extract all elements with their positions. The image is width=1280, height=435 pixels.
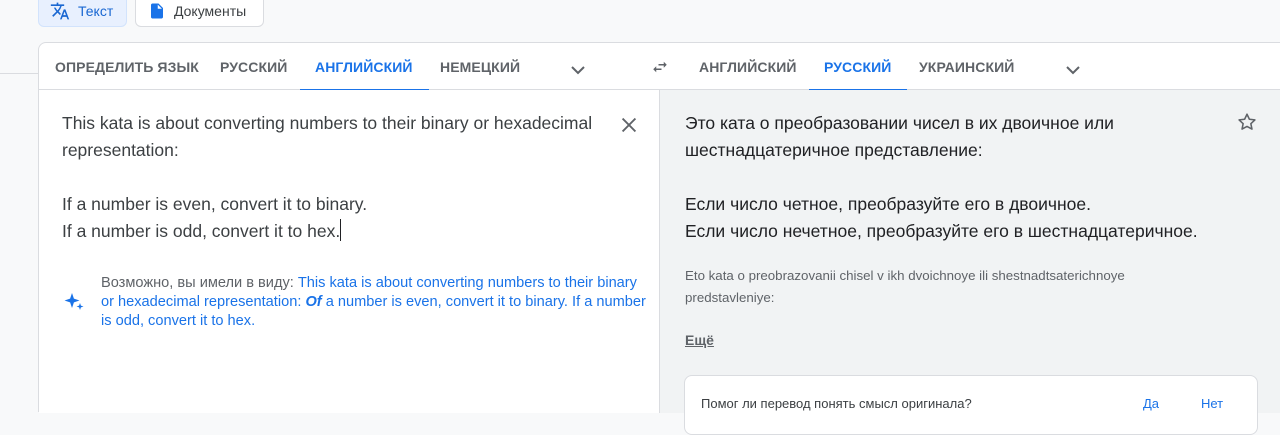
tab-source-english[interactable]: АНГЛИЙСКИЙ — [300, 43, 429, 91]
language-bar: ОПРЕДЕЛИТЬ ЯЗЫК РУССКИЙ АНГЛИЙСКИЙ НЕМЕЦ… — [39, 43, 1280, 91]
feedback-yes-button[interactable]: Да — [1143, 396, 1159, 411]
source-panel: This kata is about converting numbers to… — [39, 90, 659, 413]
suggestion-prefix: Возможно, вы имели в виду: — [101, 275, 298, 291]
did-you-mean-suggestion: Возможно, вы имели в виду: This kata is … — [101, 274, 646, 331]
tab-detect-language[interactable]: ОПРЕДЕЛИТЬ ЯЗЫК — [55, 43, 199, 90]
translator-card: ОПРЕДЕЛИТЬ ЯЗЫК РУССКИЙ АНГЛИЙСКИЙ НЕМЕЦ… — [38, 42, 1280, 435]
swap-icon[interactable] — [650, 58, 670, 76]
document-icon — [151, 3, 163, 18]
tab-source-german[interactable]: НЕМЕЦКИЙ — [440, 43, 520, 90]
tab-source-russian[interactable]: РУССКИЙ — [220, 43, 287, 90]
translate-icon — [50, 2, 70, 19]
source-textarea[interactable]: This kata is about converting numbers to… — [62, 110, 602, 245]
tab-target-english[interactable]: АНГЛИЙСКИЙ — [699, 43, 797, 90]
more-button[interactable]: Ещё — [685, 332, 714, 348]
suggestion-correction: Of — [305, 294, 322, 310]
source-text: This kata is about converting numbers to… — [62, 113, 593, 241]
documents-mode-button[interactable]: Документы — [135, 0, 264, 27]
feedback-no-button[interactable]: Нет — [1201, 396, 1223, 411]
feedback-question: Помог ли перевод понять смысл оригинала? — [701, 396, 972, 411]
close-icon[interactable] — [618, 114, 640, 136]
translation-text: Это ката о преобразовании чисел в их дво… — [685, 113, 1198, 241]
tab-target-ukrainian[interactable]: УКРАИНСКИЙ — [919, 43, 1014, 90]
text-mode-button[interactable]: Текст — [38, 0, 127, 27]
sparkle-icon — [64, 293, 84, 310]
tab-target-russian[interactable]: РУССКИЙ — [808, 43, 909, 91]
feedback-card: Помог ли перевод понять смысл оригинала?… — [684, 375, 1258, 435]
star-icon[interactable] — [1236, 111, 1258, 133]
transliteration: Eto kata o preobrazovanii chisel v ikh d… — [685, 268, 1125, 305]
text-mode-label: Текст — [78, 2, 114, 19]
divider — [0, 73, 38, 74]
documents-mode-label: Документы — [174, 2, 247, 19]
chevron-down-icon[interactable] — [566, 58, 590, 82]
chevron-down-icon[interactable] — [1061, 58, 1085, 82]
text-caret — [340, 219, 342, 241]
target-panel: Это ката о преобразовании чисел в их дво… — [659, 90, 1280, 435]
